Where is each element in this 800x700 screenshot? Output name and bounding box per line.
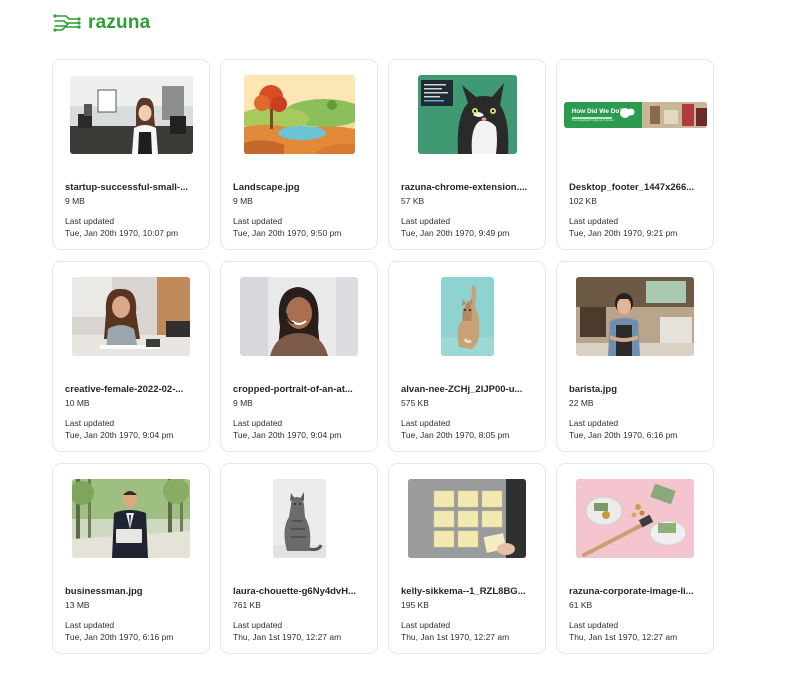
file-card[interactable]: kelly-sikkema--1_RZL8BG... 195 KB Last u…	[388, 463, 546, 654]
file-size: 575 KB	[401, 398, 429, 408]
last-updated-label: Last updated	[569, 620, 619, 630]
file-thumbnail	[240, 277, 358, 356]
last-updated-label: Last updated	[233, 620, 283, 630]
file-thumbnail	[440, 277, 494, 356]
file-name[interactable]: barista.jpg	[569, 384, 703, 395]
file-thumbnail	[72, 277, 190, 356]
file-thumbnail	[417, 75, 517, 154]
last-updated-label: Last updated	[401, 620, 451, 630]
file-name[interactable]: businessman.jpg	[65, 586, 199, 597]
file-card[interactable]: alvan-nee-ZCHj_2lJP00-u... 575 KB Last u…	[388, 261, 546, 452]
file-name[interactable]: Desktop_footer_1447x266...	[569, 182, 703, 193]
file-thumbnail	[576, 277, 694, 356]
last-updated-label: Last updated	[65, 418, 115, 428]
file-size: 761 KB	[233, 600, 261, 610]
last-updated-date: Tue, Jan 20th 1970, 9:04 pm	[233, 430, 342, 440]
last-updated-date: Tue, Jan 20th 1970, 9:21 pm	[569, 228, 678, 238]
file-thumbnail	[272, 479, 326, 558]
last-updated-label: Last updated	[401, 216, 451, 226]
logo-text: razuna	[88, 12, 151, 33]
file-name[interactable]: kelly-sikkema--1_RZL8BG...	[401, 586, 535, 597]
file-thumbnail	[576, 479, 694, 558]
file-name[interactable]: laura-chouette-g6Ny4dvH...	[233, 586, 367, 597]
file-size: 9 MB	[233, 196, 253, 206]
file-size: 22 MB	[569, 398, 594, 408]
last-updated-label: Last updated	[233, 216, 283, 226]
file-size: 13 MB	[65, 600, 90, 610]
file-name[interactable]: creative-female-2022-02-...	[65, 384, 199, 395]
file-size: 10 MB	[65, 398, 90, 408]
file-name[interactable]: startup-successful-small-...	[65, 182, 199, 193]
last-updated-date: Thu, Jan 1st 1970, 12:27 am	[569, 632, 678, 642]
last-updated-label: Last updated	[569, 418, 619, 428]
last-updated-date: Thu, Jan 1st 1970, 12:27 am	[233, 632, 342, 642]
last-updated-date: Thu, Jan 1st 1970, 12:27 am	[401, 632, 510, 642]
file-card[interactable]: barista.jpg 22 MB Last updated Tue, Jan …	[556, 261, 714, 452]
file-thumbnail	[408, 479, 526, 558]
last-updated-date: Tue, Jan 20th 1970, 6:16 pm	[569, 430, 678, 440]
file-thumbnail	[243, 75, 355, 154]
razuna-logo-icon	[53, 14, 81, 32]
file-card[interactable]: razuna-chrome-extension.... 57 KB Last u…	[388, 59, 546, 250]
last-updated-date: Tue, Jan 20th 1970, 9:49 pm	[401, 228, 510, 238]
banner-subtext: Your feedback helps us improve	[571, 117, 615, 122]
file-thumbnail	[72, 479, 190, 558]
file-card[interactable]: startup-successful-small-... 9 MB Last u…	[52, 59, 210, 250]
last-updated-date: Tue, Jan 20th 1970, 9:04 pm	[65, 430, 174, 440]
last-updated-label: Last updated	[569, 216, 619, 226]
file-card[interactable]: laura-chouette-g6Ny4dvH... 761 KB Last u…	[220, 463, 378, 654]
last-updated-label: Last updated	[401, 418, 451, 428]
last-updated-label: Last updated	[65, 216, 115, 226]
file-grid: startup-successful-small-... 9 MB Last u…	[52, 59, 714, 654]
file-name[interactable]: alvan-nee-ZCHj_2lJP00-u...	[401, 384, 535, 395]
file-card[interactable]: Landscape.jpg 9 MB Last updated Tue, Jan…	[220, 59, 378, 250]
file-size: 9 MB	[65, 196, 85, 206]
file-card[interactable]: businessman.jpg 13 MB Last updated Tue, …	[52, 463, 210, 654]
file-name[interactable]: Landscape.jpg	[233, 182, 367, 193]
last-updated-date: Tue, Jan 20th 1970, 6:16 pm	[65, 632, 174, 642]
banner-text: How Did We Do?	[571, 107, 624, 115]
razuna-logo[interactable]: razuna	[52, 11, 150, 35]
file-card[interactable]: How Did We Do? Your feedback helps us im…	[556, 59, 714, 250]
file-size: 102 KB	[569, 196, 597, 206]
file-size: 195 KB	[401, 600, 429, 610]
file-card[interactable]: razuna-corporate-image-li... 61 KB Last …	[556, 463, 714, 654]
file-name[interactable]: razuna-corporate-image-li...	[569, 586, 703, 597]
file-thumbnail	[69, 75, 193, 154]
file-thumbnail: How Did We Do? Your feedback helps us im…	[563, 101, 707, 128]
file-name[interactable]: razuna-chrome-extension....	[401, 182, 535, 193]
file-size: 57 KB	[401, 196, 425, 206]
file-name[interactable]: cropped-portrait-of-an-at...	[233, 384, 367, 395]
last-updated-date: Tue, Jan 20th 1970, 10:07 pm	[65, 228, 179, 238]
last-updated-label: Last updated	[233, 418, 283, 428]
file-card[interactable]: creative-female-2022-02-... 10 MB Last u…	[52, 261, 210, 452]
file-card[interactable]: cropped-portrait-of-an-at... 9 MB Last u…	[220, 261, 378, 452]
file-size: 61 KB	[569, 600, 593, 610]
last-updated-date: Tue, Jan 20th 1970, 8:05 pm	[401, 430, 510, 440]
last-updated-date: Tue, Jan 20th 1970, 9:50 pm	[233, 228, 342, 238]
file-size: 9 MB	[233, 398, 253, 408]
last-updated-label: Last updated	[65, 620, 115, 630]
